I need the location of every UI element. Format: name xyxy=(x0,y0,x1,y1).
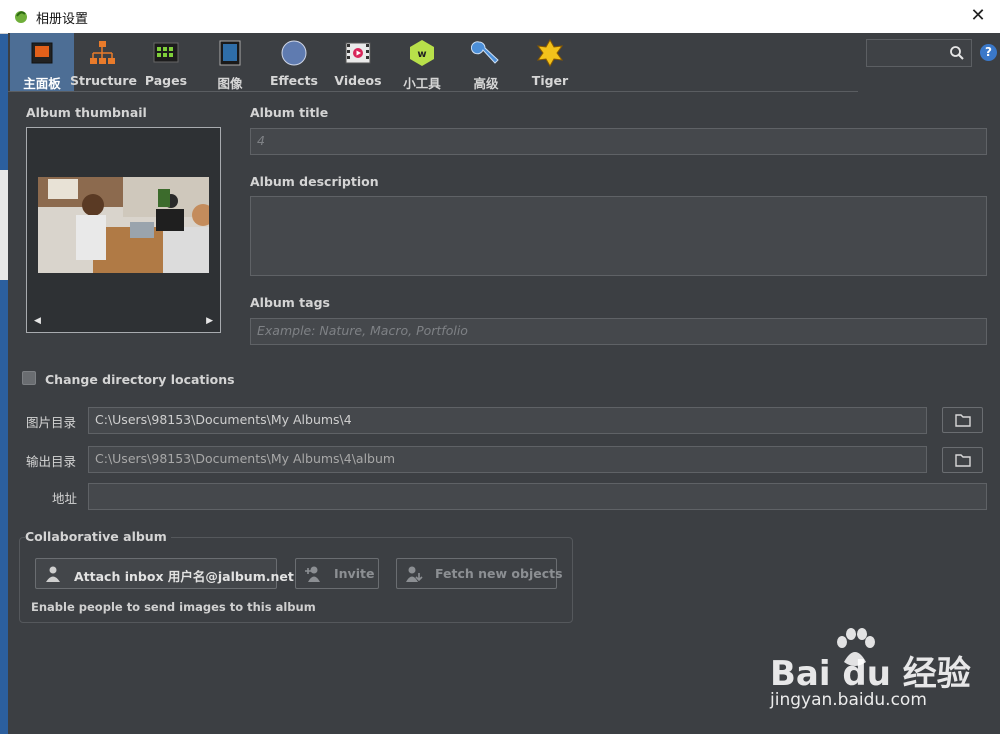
advanced-icon xyxy=(471,41,499,64)
close-button[interactable]: ✕ xyxy=(964,3,992,29)
fetch-icon xyxy=(406,566,423,582)
thumbnail-next-button[interactable]: ▶ xyxy=(206,316,213,326)
tab-pages[interactable]: Pages xyxy=(134,33,198,91)
search-icon xyxy=(950,46,964,60)
background-window-edge xyxy=(0,0,8,734)
watermark-brand: Bai du 经验 xyxy=(770,654,971,694)
baidu-watermark: Bai du 经验 jingyan.baidu.com xyxy=(770,628,990,718)
change-directory-checkbox[interactable] xyxy=(22,371,36,385)
attach-inbox-button[interactable]: Attach inbox 用户名@jalbum.net xyxy=(35,558,294,589)
user-icon xyxy=(46,566,60,582)
image-dir-input[interactable]: C:\Users\98153\Documents\My Albums\4 xyxy=(88,407,927,434)
thumbnail-label: Album thumbnail xyxy=(26,105,147,120)
album-description-input[interactable] xyxy=(250,196,987,276)
album-title-input[interactable]: 4 xyxy=(250,128,987,155)
svg-text:w: w xyxy=(417,49,426,60)
address-input[interactable] xyxy=(88,483,987,510)
toolbar: 主面板 Structure Pages 图像 Effects Videos w … xyxy=(8,33,858,92)
album-title-label: Album title xyxy=(250,105,329,120)
address-label: 地址 xyxy=(52,491,78,506)
tab-advanced[interactable]: 高级 xyxy=(454,33,518,91)
tab-main-panel[interactable]: 主面板 xyxy=(10,33,74,91)
thumbnail-image xyxy=(38,177,209,273)
collaborative-note: Enable people to send images to this alb… xyxy=(31,600,316,614)
images-icon xyxy=(219,40,241,66)
image-dir-label: 图片目录 xyxy=(26,415,77,430)
effects-icon xyxy=(281,40,307,66)
app-icon xyxy=(15,11,27,23)
album-thumbnail[interactable]: ◀ ▶ xyxy=(26,127,221,333)
tab-widgets[interactable]: w 小工具 xyxy=(390,33,454,91)
window-title: 相册设置 xyxy=(36,12,89,27)
tab-images[interactable]: 图像 xyxy=(198,33,262,91)
thumbnail-prev-button[interactable]: ◀ xyxy=(34,316,41,326)
search-input[interactable] xyxy=(866,39,972,67)
folder-icon xyxy=(955,414,971,427)
tab-tiger[interactable]: Tiger xyxy=(518,33,582,91)
album-tags-input[interactable]: Example: Nature, Macro, Portfolio xyxy=(250,318,987,345)
output-dir-browse-button[interactable] xyxy=(942,447,983,473)
output-dir-input[interactable]: C:\Users\98153\Documents\My Albums\4\alb… xyxy=(88,446,927,473)
album-description-label: Album description xyxy=(250,174,379,189)
title-bar: 相册设置 ✕ xyxy=(0,0,1000,34)
album-tags-label: Album tags xyxy=(250,295,330,310)
output-dir-label: 输出目录 xyxy=(26,454,77,469)
pages-icon xyxy=(153,42,179,63)
tiger-icon xyxy=(536,38,564,68)
main-panel-icon xyxy=(31,42,53,64)
widgets-icon: w xyxy=(410,40,434,66)
folder-icon xyxy=(955,454,971,467)
videos-icon xyxy=(345,42,371,64)
watermark-url: jingyan.baidu.com xyxy=(770,690,927,710)
collaborative-title: Collaborative album xyxy=(25,529,171,544)
image-dir-browse-button[interactable] xyxy=(942,407,983,433)
invite-button[interactable]: Invite xyxy=(295,558,379,589)
help-button[interactable]: ? xyxy=(980,44,997,61)
invite-user-icon xyxy=(305,566,320,582)
tab-structure[interactable]: Structure xyxy=(70,33,137,91)
fetch-new-objects-button[interactable]: Fetch new objects xyxy=(396,558,563,589)
structure-icon xyxy=(90,41,115,64)
tab-videos[interactable]: Videos xyxy=(326,33,390,91)
change-directory-label: Change directory locations xyxy=(45,372,235,387)
tab-effects[interactable]: Effects xyxy=(262,33,326,91)
